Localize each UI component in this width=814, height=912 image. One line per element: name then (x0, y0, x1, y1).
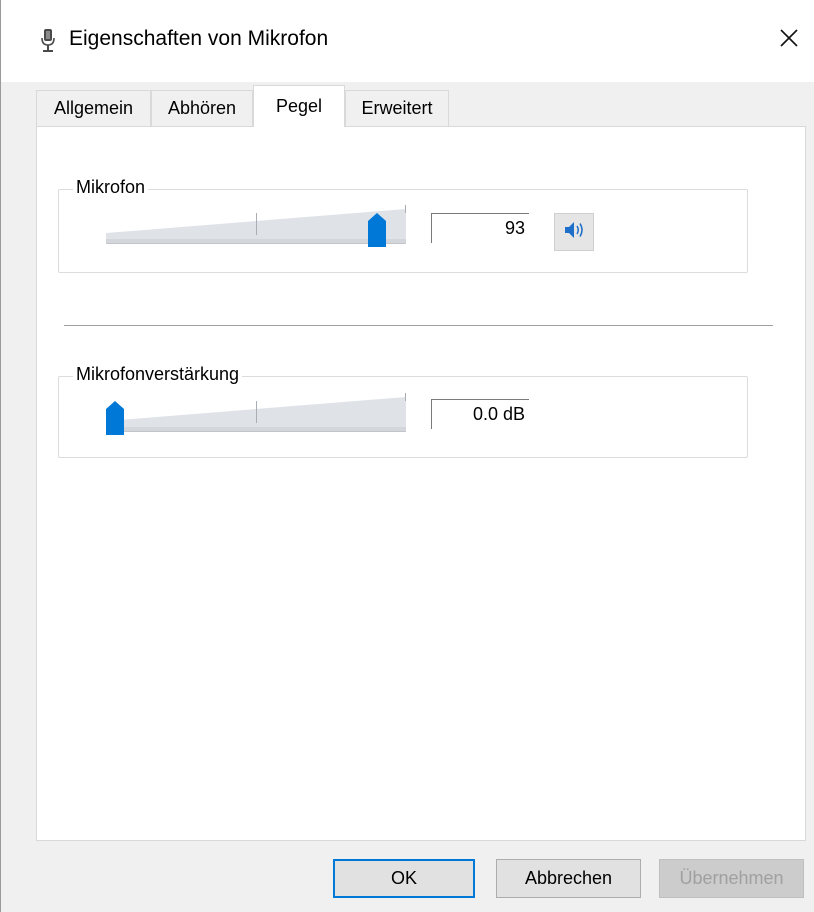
tab-abhoeren[interactable]: Abhören (151, 90, 253, 126)
apply-button-label: Übernehmen (679, 868, 784, 888)
tab-label: Allgemein (53, 98, 134, 118)
boost-level-value[interactable]: 0.0 dB (431, 399, 529, 429)
window-title: Eigenschaften von Mikrofon (69, 27, 329, 50)
cancel-button[interactable]: Abbrechen (496, 859, 641, 898)
mute-toggle-button[interactable] (554, 213, 594, 251)
microphone-level-text: 93 (504, 218, 525, 238)
separator (64, 325, 773, 326)
apply-button: Übernehmen (659, 859, 804, 898)
boost-level-text: 0.0 dB (472, 404, 525, 424)
ok-button[interactable]: OK (333, 859, 475, 898)
slider-thumb[interactable] (368, 213, 386, 247)
properties-dialog: Eigenschaften von Mikrofon Allgemein Abh… (0, 0, 814, 912)
tab-label: Pegel (275, 96, 323, 116)
window-border (0, 0, 1, 912)
boost-group-label: Mikrofonverstärkung (73, 364, 243, 385)
cancel-button-label: Abbrechen (524, 868, 613, 888)
slider-track (106, 393, 406, 432)
microphone-level-value[interactable]: 93 (431, 213, 529, 243)
tab-panel-pegel: Mikrofon 93 Mikrofonverstärkung 0.0 dB (36, 126, 806, 841)
tab-allgemein[interactable]: Allgemein (36, 90, 151, 126)
tab-erweitert[interactable]: Erweitert (345, 90, 449, 126)
slider-track (106, 205, 406, 244)
slider-thumb[interactable] (106, 401, 124, 435)
tab-label: Abhören (167, 98, 237, 118)
microphone-icon (41, 28, 55, 54)
ok-button-label: OK (390, 868, 417, 888)
tab-label: Erweitert (361, 98, 433, 118)
title-bar: Eigenschaften von Mikrofon (1, 0, 814, 82)
close-icon (779, 28, 799, 53)
microphone-group-label: Mikrofon (73, 177, 149, 198)
microphone-level-slider[interactable] (106, 205, 411, 249)
speaker-icon (563, 220, 585, 245)
tab-pegel[interactable]: Pegel (253, 85, 345, 127)
close-button[interactable] (767, 18, 811, 62)
boost-level-slider[interactable] (106, 393, 411, 437)
